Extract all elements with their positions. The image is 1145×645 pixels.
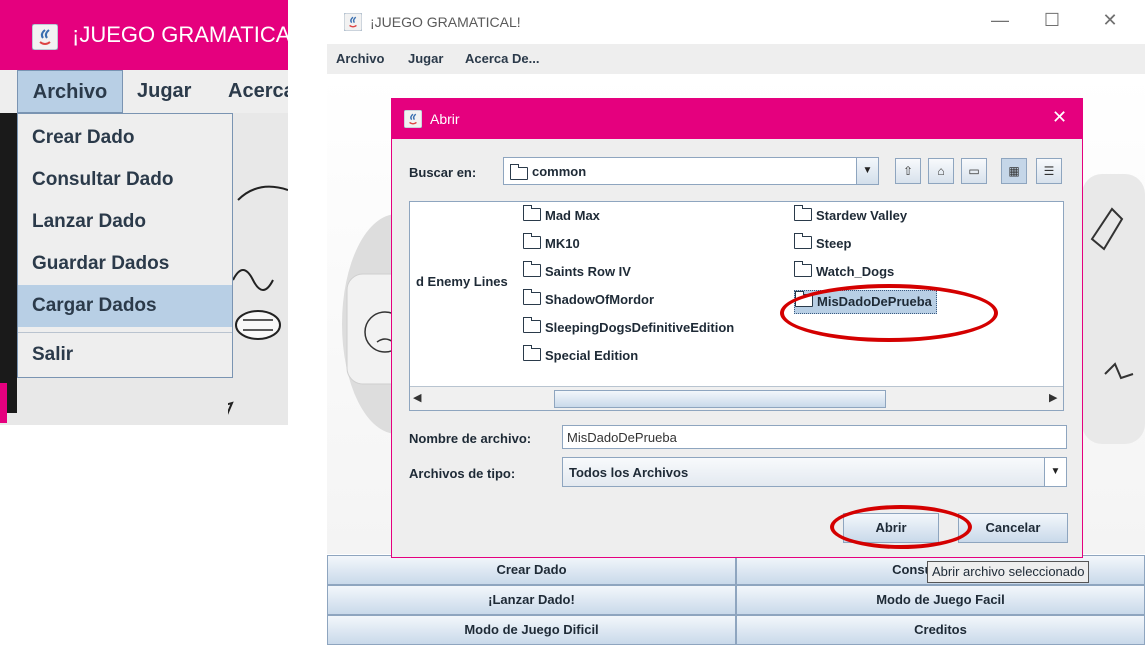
folder-icon [523, 289, 541, 305]
maximize-button[interactable]: ☐ [1037, 10, 1067, 31]
java-icon [344, 13, 362, 31]
annotation-circle [830, 505, 972, 549]
dialog-title: Abrir [430, 111, 460, 127]
annotation-circle [780, 284, 998, 342]
filename-input[interactable] [562, 425, 1067, 449]
menu-item-lanzar-dado[interactable]: Lanzar Dado [18, 201, 232, 243]
folder-icon [510, 164, 528, 180]
file-name: Special Edition [545, 348, 639, 363]
zoom-window-edge [0, 113, 17, 423]
folder-icon [523, 345, 541, 361]
folder-icon [794, 205, 812, 221]
java-icon [32, 24, 58, 50]
menu-jugar[interactable]: Jugar [408, 51, 443, 66]
filetype-label: Archivos de tipo: [409, 466, 516, 481]
menu-item-cargar-dados[interactable]: Cargar Dados [18, 285, 232, 327]
scroll-right-icon[interactable]: ▶ [1049, 391, 1057, 404]
zoom-title-bar: ¡JUEGO GRAMATICAL! [0, 0, 288, 70]
filetype-value: Todos los Archivos [569, 465, 689, 480]
chevron-down-icon[interactable]: ▼ [1044, 458, 1066, 486]
dice-doodle-background [228, 185, 288, 415]
details-view-icon[interactable]: ☰ [1036, 158, 1062, 184]
creditos-button[interactable]: Creditos [736, 615, 1145, 645]
crear-dado-button[interactable]: Crear Dado [327, 555, 736, 585]
zoom-menu-bar: Archivo Jugar Acerca De... [0, 70, 288, 113]
menu-archivo[interactable]: Archivo [336, 51, 384, 66]
home-icon[interactable]: ⌂ [928, 158, 954, 184]
modo-dificil-button[interactable]: Modo de Juego Dificil [327, 615, 736, 645]
menu-acerca-de[interactable]: Acerca De... [465, 51, 539, 66]
modo-facil-button[interactable]: Modo de Juego Facil [736, 585, 1145, 615]
tooltip: Abrir archivo seleccionado [927, 561, 1090, 583]
menu-item-guardar-dados[interactable]: Guardar Dados [18, 243, 232, 285]
file-name: Mad Max [545, 208, 600, 223]
file-name: Steep [816, 236, 852, 251]
list-item[interactable]: ShadowOfMordor [523, 289, 654, 311]
list-item[interactable]: Mad Max [523, 205, 600, 227]
file-name: MK10 [545, 236, 580, 251]
zoom-menu-jugar[interactable]: Jugar [137, 70, 191, 113]
folder-icon [523, 317, 541, 333]
zoom-window-title: ¡JUEGO GRAMATICAL! [72, 22, 288, 47]
archivo-dropdown: Crear Dado Consultar Dado Lanzar Dado Gu… [17, 113, 233, 378]
list-item[interactable]: Steep [794, 233, 851, 255]
chevron-down-icon[interactable]: ▼ [856, 158, 878, 184]
cancel-button[interactable]: Cancelar [958, 513, 1068, 543]
java-icon [404, 110, 422, 128]
file-name: ShadowOfMordor [545, 292, 655, 307]
lanzar-dado-button[interactable]: ¡Lanzar Dado! [327, 585, 736, 615]
file-name: Saints Row IV [545, 264, 631, 279]
look-in-combo[interactable]: common ▼ [503, 157, 879, 185]
dialog-title-bar: Abrir ✕ [392, 99, 1082, 139]
menu-bar: Archivo Jugar Acerca De... [327, 44, 1145, 74]
menu-separator [18, 332, 232, 333]
scrollbar-thumb[interactable] [554, 390, 886, 408]
folder-icon [523, 205, 541, 221]
list-item[interactable]: Stardew Valley [794, 205, 907, 227]
new-folder-icon[interactable]: ▭ [961, 158, 987, 184]
pink-edge [0, 383, 7, 423]
scroll-left-icon[interactable]: ◀ [413, 391, 421, 404]
list-item[interactable]: d Enemy Lines [416, 271, 508, 293]
close-button[interactable]: ✕ [1095, 10, 1125, 31]
file-name: Watch_Dogs [816, 264, 895, 279]
list-item[interactable]: Saints Row IV [523, 261, 631, 283]
horizontal-scrollbar[interactable]: ◀ ▶ [410, 386, 1063, 410]
zoom-menu-archivo[interactable]: Archivo [17, 70, 123, 113]
list-item[interactable]: SleepingDogsDefinitiveEdition [523, 317, 734, 339]
menu-item-crear-dado[interactable]: Crear Dado [18, 117, 232, 159]
zoom-menu-acerca[interactable]: Acerca De... [228, 70, 288, 113]
folder-icon [523, 233, 541, 249]
filetype-combo[interactable]: Todos los Archivos ▼ [562, 457, 1067, 487]
look-in-label: Buscar en: [409, 165, 477, 180]
folder-icon [523, 261, 541, 277]
list-item[interactable]: Special Edition [523, 345, 638, 367]
up-folder-icon[interactable]: ⇧ [895, 158, 921, 184]
window-title: ¡JUEGO GRAMATICAL! [370, 14, 521, 30]
menu-item-consultar-dado[interactable]: Consultar Dado [18, 159, 232, 201]
folder-icon [794, 233, 812, 249]
list-item[interactable]: MK10 [523, 233, 580, 255]
menu-item-salir[interactable]: Salir [18, 334, 232, 376]
file-name: Stardew Valley [816, 208, 908, 223]
dialog-close-button[interactable]: ✕ [1052, 107, 1067, 128]
list-item[interactable]: Watch_Dogs [794, 261, 894, 283]
list-view-icon[interactable]: ▦ [1001, 158, 1027, 184]
filename-label: Nombre de archivo: [409, 431, 532, 446]
file-name: SleepingDogsDefinitiveEdition [545, 320, 735, 335]
minimize-button[interactable]: — [985, 10, 1015, 31]
folder-icon [794, 261, 812, 277]
look-in-value: common [532, 164, 587, 179]
zoomed-menu-panel: ¡JUEGO GRAMATICAL! Archivo Jugar Acerca … [0, 0, 288, 425]
